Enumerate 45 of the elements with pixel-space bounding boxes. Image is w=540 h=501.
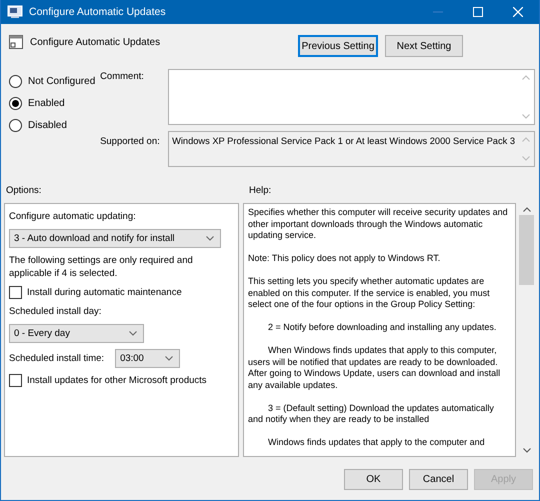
radio-option[interactable]: Disabled	[9, 118, 100, 132]
dropdown[interactable]: 03:00	[115, 349, 180, 368]
checkbox-option[interactable]: Install during automatic maintenance	[9, 286, 234, 299]
chevron-icon	[165, 356, 174, 361]
comment-label: Comment:	[100, 70, 145, 84]
comment-field[interactable]	[168, 69, 535, 125]
help-paragraph: This setting lets you specify whether automatic updates are enabled on this computer. If the service is enabled, you must select one of the four options in the Group Policy Setting:	[248, 276, 491, 310]
radio-option[interactable]: Not Configured	[9, 74, 100, 88]
window-icon	[7, 5, 23, 19]
dropdown[interactable]: 0 - Every day	[9, 324, 144, 343]
help-paragraph: When Windows finds updates that apply to this computer, users will be notified that updates are ready to be downloaded. After going to Windows Update, users can download and install any available updates.	[248, 345, 502, 391]
scroll-up-icon	[522, 137, 530, 142]
scroll-up-icon	[522, 75, 530, 80]
scroll-up-icon[interactable]	[522, 207, 530, 212]
scroll-thumb[interactable]	[519, 215, 534, 285]
option-label: Configure automatic updating:	[9, 210, 137, 223]
policy-icon	[8, 34, 24, 50]
option-label: Scheduled install time:	[9, 353, 104, 364]
checkbox-option[interactable]: Install updates for other Microsoft products	[9, 374, 234, 387]
chevron-icon	[129, 331, 137, 336]
nav-button[interactable]: Previous Setting	[298, 35, 378, 57]
supported-field: Windows XP Professional Service Pack 1 or At least Windows 2000 Service Pack 3	[168, 131, 535, 167]
help-label: Help:	[249, 184, 272, 196]
scroll-down-icon	[522, 156, 530, 161]
options-label: Options:	[5, 184, 42, 196]
close-icon[interactable]	[513, 7, 523, 17]
dialog-button[interactable]: Cancel	[409, 469, 468, 490]
maximize-icon[interactable]	[473, 7, 483, 17]
nav-button[interactable]: Next Setting	[385, 35, 463, 57]
supported-label: Supported on:	[100, 135, 161, 149]
scroll-down-icon	[522, 114, 530, 119]
window-title: Configure Automatic Updates	[29, 6, 166, 18]
dialog-button[interactable]: OK	[344, 469, 403, 490]
help-paragraph: Specifies whether this computer will receive security updates and other important downloads through the Windows automatic updating service.	[248, 207, 509, 242]
dropdown[interactable]: 3 - Auto download and notify for install	[9, 229, 221, 248]
radio-option[interactable]: Enabled	[9, 96, 100, 110]
help-paragraph: Note: This policy does not apply to Windows RT.	[248, 253, 442, 264]
help-paragraph: 3 = (Default setting) Download the updates automatically and notify when they are ready to be installed	[248, 402, 495, 426]
help-paragraph: 2 = Notify before downloading and installing any updates.	[267, 322, 498, 334]
setting-title: Configure Automatic Updates	[30, 36, 160, 48]
help-paragraph: Windows finds updates that apply to the computer and	[267, 437, 486, 448]
option-label: Scheduled install day:	[9, 305, 102, 318]
chevron-icon	[206, 236, 214, 241]
option-label: The following settings are only required and applicable if 4 is selected.	[9, 254, 194, 280]
scroll-down-icon[interactable]	[522, 448, 530, 453]
